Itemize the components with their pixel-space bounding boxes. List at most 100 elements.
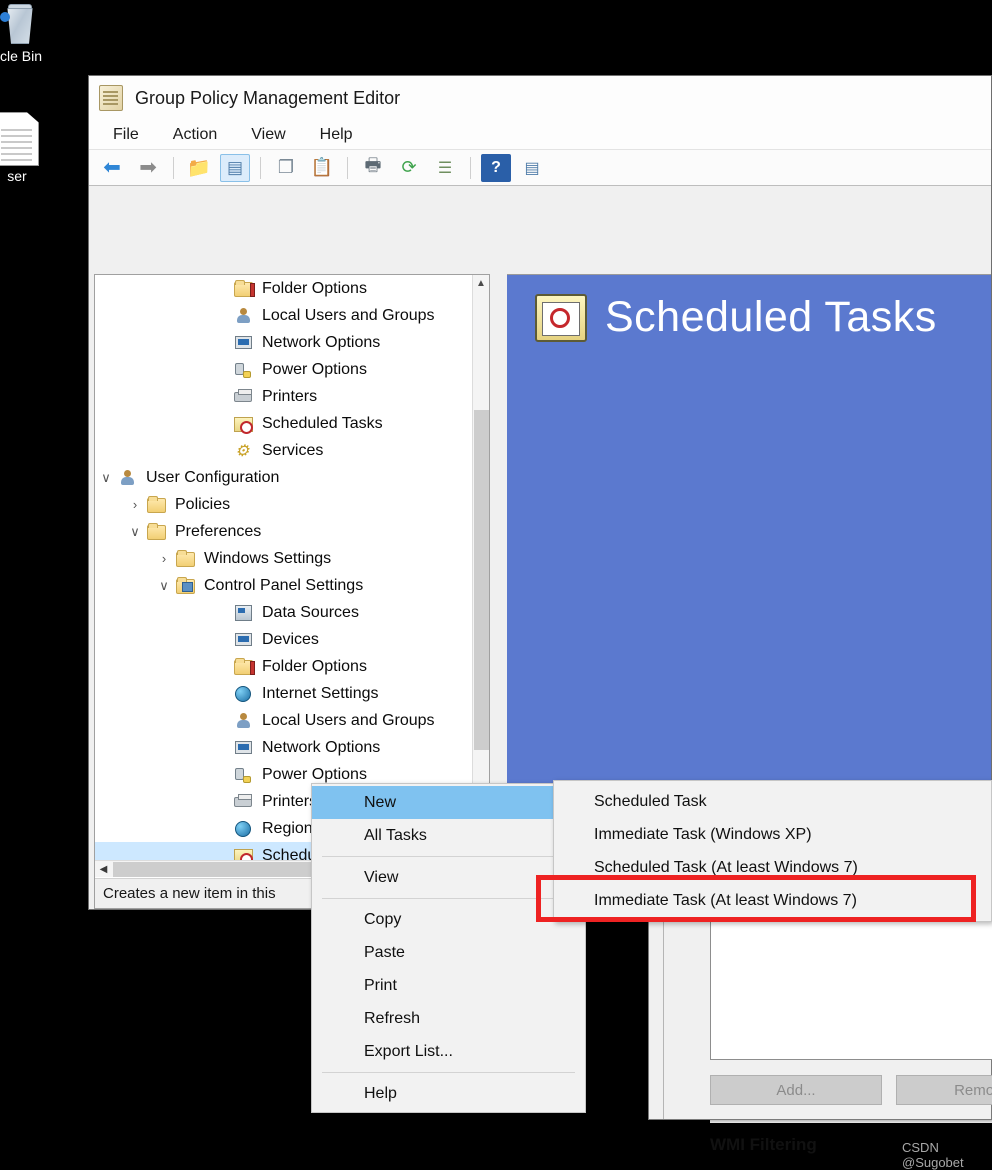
scheduled-tasks-large-icon — [535, 293, 587, 342]
submenu-item-label: Scheduled Task — [594, 792, 707, 810]
tree-expander-icon[interactable]: ∨ — [153, 578, 175, 594]
context-menu[interactable]: New›All Tasks› View› Copy Paste Print Refresh… — [311, 783, 586, 1113]
tree-item-printers[interactable]: Printers — [95, 383, 472, 410]
export-list-icon[interactable]: ☰ — [430, 154, 460, 182]
context-menu-item-print[interactable]: Print — [312, 969, 585, 1002]
window-title: Group Policy Management Editor — [135, 87, 401, 108]
toolbar: ⬅ ➡ 📁 ▤ ❐ 📋 🖶 ⟳ ☰ ? ▤ — [89, 150, 991, 186]
tree-item-network-options[interactable]: Network Options — [95, 329, 472, 356]
show-action-pane-icon[interactable]: ▤ — [517, 154, 547, 182]
regional-options-icon — [233, 819, 255, 839]
tree-item-label: Policies — [175, 495, 231, 513]
tree-expander-icon[interactable]: ∨ — [124, 524, 146, 540]
context-menu-item-label: New — [364, 793, 397, 811]
submenu-item-immediate-task-at-least-windows-7[interactable]: Immediate Task (At least Windows 7) — [554, 884, 991, 917]
tree-item-label: Printers — [262, 387, 318, 405]
context-menu-item-label: View — [364, 868, 399, 886]
tree-item-label: Folder Options — [262, 657, 367, 675]
menu-action[interactable]: Action — [169, 124, 221, 146]
tree-item-label: Services — [262, 441, 324, 459]
folder-icon — [175, 549, 197, 569]
tree-item-label: Printers — [262, 792, 318, 810]
context-menu-item-label: Paste — [364, 943, 405, 961]
remove-button[interactable]: Remove — [896, 1075, 992, 1105]
wmi-filtering-title: WMI Filtering — [710, 1135, 817, 1154]
tree-item-local-users-and-groups[interactable]: Local Users and Groups — [95, 302, 472, 329]
tree-item-label: Network Options — [262, 333, 381, 351]
context-menu-item-refresh[interactable]: Refresh — [312, 1002, 585, 1035]
tree-item-preferences[interactable]: ∨ Preferences — [95, 518, 472, 545]
tree-item-user-configuration[interactable]: ∨ User Configuration — [95, 464, 472, 491]
tree-item-scheduled-tasks[interactable]: Scheduled Tasks — [95, 410, 472, 437]
vertical-scrollbar-thumb[interactable] — [474, 410, 489, 750]
tree-vertical-scrollbar[interactable]: ▲ — [472, 275, 489, 860]
scheduled-tasks-icon — [233, 846, 255, 860]
background-button-row: Add... Remove — [710, 1075, 992, 1105]
context-menu-item-label: Refresh — [364, 1009, 421, 1027]
context-menu-item-new[interactable]: New› — [312, 786, 585, 819]
context-menu-item-copy[interactable]: Copy — [312, 903, 585, 936]
tree-item-data-sources[interactable]: Data Sources — [95, 599, 472, 626]
menu-view[interactable]: View — [247, 124, 289, 146]
toolbar-separator — [173, 156, 174, 179]
tree-item-services[interactable]: ⚙ Services — [95, 437, 472, 464]
paste-icon[interactable]: 📋 — [307, 154, 337, 182]
submenu-item-scheduled-task-at-least-windows-7[interactable]: Scheduled Task (At least Windows 7) — [554, 851, 991, 884]
menu-help[interactable]: Help — [316, 124, 357, 146]
data-sources-icon — [233, 603, 255, 623]
tree-item-local-users-and-groups[interactable]: Local Users and Groups — [95, 707, 472, 734]
text-document-icon — [0, 112, 39, 166]
back-icon[interactable]: ⬅ — [97, 154, 127, 182]
context-menu-item-view[interactable]: View› — [312, 861, 585, 894]
gpme-scroll-icon — [99, 85, 123, 111]
show-hide-console-tree-icon[interactable]: ▤ — [220, 153, 250, 182]
tree-item-network-options[interactable]: Network Options — [95, 734, 472, 761]
forward-icon[interactable]: ➡ — [133, 154, 163, 182]
internet-settings-icon — [233, 684, 255, 704]
desktop-icon-recycle-bin[interactable]: cle Bin — [0, 2, 60, 64]
print-icon[interactable]: 🖶 — [358, 154, 388, 182]
context-menu-item-all-tasks[interactable]: All Tasks› — [312, 819, 585, 852]
watermark-text: CSDN @Sugobet — [902, 1140, 964, 1170]
new-submenu[interactable]: Scheduled Task Immediate Task (Windows XP… — [553, 780, 992, 922]
network-icon — [233, 738, 255, 758]
tree-item-windows-settings[interactable]: › Windows Settings — [95, 545, 472, 572]
tree-item-label: Internet Settings — [262, 684, 379, 702]
tree-item-folder-options[interactable]: Folder Options — [95, 275, 472, 302]
tree-item-label: Folder Options — [262, 279, 367, 297]
users-icon — [233, 711, 255, 731]
tree-expander-icon[interactable]: ∨ — [95, 470, 117, 486]
toolbar-separator — [470, 156, 471, 179]
tree-item-power-options[interactable]: Power Options — [95, 356, 472, 383]
submenu-item-scheduled-task[interactable]: Scheduled Task — [554, 785, 991, 818]
tree-item-folder-options[interactable]: Folder Options — [95, 653, 472, 680]
context-menu-item-paste[interactable]: Paste — [312, 936, 585, 969]
tree-item-policies[interactable]: › Policies — [95, 491, 472, 518]
tree-item-devices[interactable]: Devices — [95, 626, 472, 653]
scheduled-tasks-icon — [233, 414, 255, 434]
submenu-item-immediate-task-windows-xp[interactable]: Immediate Task (Windows XP) — [554, 818, 991, 851]
tree-expander-icon[interactable]: › — [153, 551, 175, 566]
tree-item-internet-settings[interactable]: Internet Settings — [95, 680, 472, 707]
folder-options-icon — [233, 657, 255, 677]
tree-expander-icon[interactable]: › — [124, 497, 146, 512]
context-menu-item-help[interactable]: Help — [312, 1077, 585, 1110]
context-menu-item-label: Copy — [364, 910, 402, 928]
power-icon — [233, 765, 255, 785]
scroll-left-arrow-icon[interactable]: ◀ — [95, 861, 112, 878]
copy-icon[interactable]: ❐ — [271, 154, 301, 182]
add-button[interactable]: Add... — [710, 1075, 882, 1105]
menu-bar: File Action View Help — [89, 120, 991, 150]
window-titlebar: Group Policy Management Editor — [89, 76, 991, 120]
scroll-up-arrow-icon[interactable]: ▲ — [473, 275, 489, 292]
context-menu-item-export-list[interactable]: Export List... — [312, 1035, 585, 1068]
menu-file[interactable]: File — [109, 124, 143, 146]
up-one-level-icon[interactable]: 📁 — [184, 154, 214, 182]
desktop-icon-text-document[interactable]: ser — [0, 112, 56, 184]
toolbar-separator — [347, 156, 348, 179]
tree-item-control-panel-settings[interactable]: ∨ Control Panel Settings — [95, 572, 472, 599]
context-menu-item-label: All Tasks — [364, 826, 427, 844]
refresh-icon[interactable]: ⟳ — [394, 154, 424, 182]
printer-icon — [233, 792, 255, 812]
help-icon[interactable]: ? — [481, 153, 511, 182]
